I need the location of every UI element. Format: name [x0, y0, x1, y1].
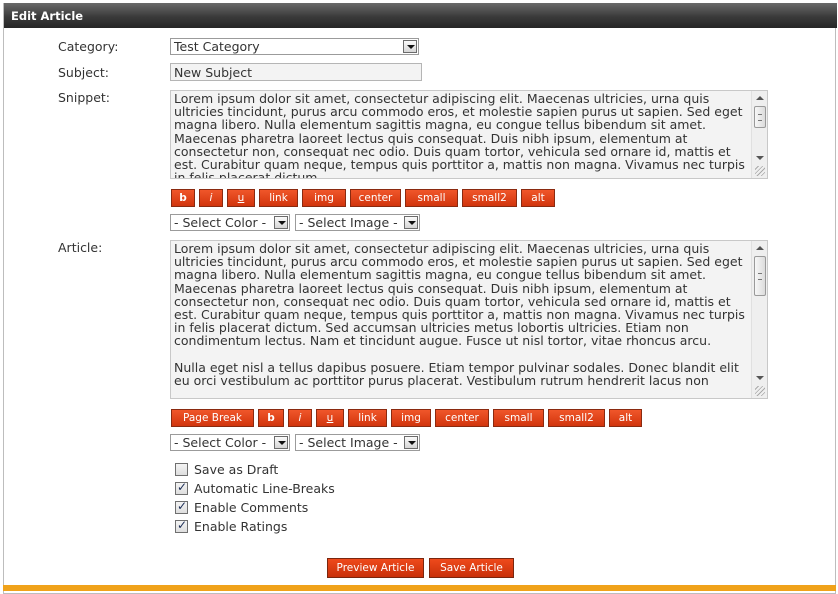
snippet-image-select[interactable]: - Select Image - [295, 214, 420, 231]
save-as-draft-label: Save as Draft [194, 462, 279, 477]
enable-comments-label: Enable Comments [194, 500, 309, 515]
snippet-color-select[interactable]: - Select Color - [170, 214, 290, 231]
image-select-value: - Select Image - [299, 435, 398, 450]
panel-title: Edit Article [4, 3, 837, 28]
article-page-break-button[interactable]: Page Break [171, 409, 254, 427]
chevron-down-icon [274, 436, 288, 449]
category-select-value: Test Category [174, 39, 260, 54]
snippet-small-button[interactable]: small [405, 189, 458, 207]
article-text: Lorem ipsum dolor sit amet, consectetur … [174, 241, 745, 389]
check-icon: ✓ [177, 499, 188, 513]
check-icon: ✓ [177, 518, 188, 532]
article-center-button[interactable]: center [435, 409, 489, 427]
enable-comments-checkbox[interactable]: ✓ [175, 499, 188, 514]
save-as-draft-checkbox[interactable] [175, 463, 188, 476]
snippet-label: Snippet: [58, 90, 111, 105]
article-link-button[interactable]: link [348, 409, 387, 427]
chevron-down-icon [403, 40, 417, 53]
article-small2-button[interactable]: small2 [548, 409, 605, 427]
scroll-down-icon[interactable] [756, 156, 764, 160]
snippet-underline-button[interactable]: u [227, 189, 255, 207]
article-underline-button[interactable]: u [316, 409, 344, 427]
automatic-line-breaks-checkbox[interactable]: ✓ [175, 480, 188, 495]
chevron-down-icon [274, 216, 288, 229]
scroll-up-icon[interactable] [756, 246, 764, 250]
snippet-scrollbar[interactable] [751, 91, 767, 178]
automatic-line-breaks-label: Automatic Line-Breaks [194, 481, 335, 496]
scroll-up-icon[interactable] [756, 96, 764, 100]
resize-grip-icon[interactable] [755, 386, 765, 396]
snippet-link-button[interactable]: link [259, 189, 298, 207]
snippet-alt-button[interactable]: alt [521, 189, 555, 207]
article-italic-button[interactable]: i [288, 409, 312, 427]
preview-article-button[interactable]: Preview Article [327, 558, 424, 578]
article-alt-button[interactable]: alt [609, 409, 642, 427]
snippet-bold-button[interactable]: b [171, 189, 195, 207]
snippet-img-button[interactable]: img [302, 189, 346, 207]
footer-accent-bar [3, 585, 836, 591]
article-bold-button[interactable]: b [258, 409, 284, 427]
color-select-value: - Select Color - [174, 215, 267, 230]
chevron-down-icon [404, 436, 418, 449]
article-textarea[interactable]: Lorem ipsum dolor sit amet, consectetur … [170, 240, 768, 399]
snippet-small2-button[interactable]: small2 [462, 189, 517, 207]
scroll-thumb[interactable] [754, 256, 766, 296]
article-image-select[interactable]: - Select Image - [295, 434, 420, 451]
subject-input[interactable]: New Subject [170, 63, 422, 81]
article-img-button[interactable]: img [391, 409, 431, 427]
check-icon: ✓ [177, 480, 188, 494]
subject-label: Subject: [58, 65, 109, 80]
resize-grip-icon[interactable] [755, 166, 765, 176]
category-select[interactable]: Test Category [170, 38, 419, 55]
snippet-center-button[interactable]: center [350, 189, 401, 207]
enable-ratings-checkbox[interactable]: ✓ [175, 518, 188, 533]
color-select-value: - Select Color - [174, 435, 267, 450]
snippet-italic-button[interactable]: i [199, 189, 223, 207]
category-label: Category: [58, 39, 119, 54]
scroll-down-icon[interactable] [756, 376, 764, 380]
article-small-button[interactable]: small [493, 409, 544, 427]
article-color-select[interactable]: - Select Color - [170, 434, 290, 451]
chevron-down-icon [404, 216, 418, 229]
save-article-button[interactable]: Save Article [429, 558, 514, 578]
snippet-text: Lorem ipsum dolor sit amet, consectetur … [174, 91, 749, 179]
scroll-thumb[interactable] [754, 106, 766, 128]
enable-ratings-label: Enable Ratings [194, 519, 288, 534]
image-select-value: - Select Image - [299, 215, 398, 230]
article-scrollbar[interactable] [751, 241, 767, 398]
snippet-textarea[interactable]: Lorem ipsum dolor sit amet, consectetur … [170, 90, 768, 179]
article-label: Article: [58, 240, 103, 255]
